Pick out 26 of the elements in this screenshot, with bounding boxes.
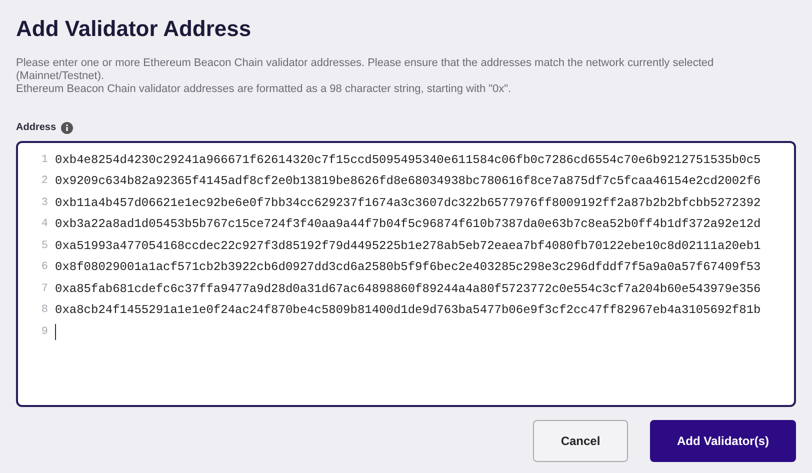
line-number: 4 <box>40 217 48 232</box>
line-number: 8 <box>40 303 48 318</box>
address-input-field[interactable] <box>16 141 796 407</box>
address-line: 0x9209c634b82a92365f4145adf8cf2e0b13819be8626fd8e68034938bc780616f8ce7a875df7c5fcaa46154e2cd2002f6 <box>55 173 761 190</box>
line-number: 6 <box>40 260 48 275</box>
address-label: Address <box>16 121 56 135</box>
description-text: Ethereum Beacon Chain validator addresses are formatted as a 98 character string, starting with "0x". <box>16 83 512 96</box>
address-line: 0xa85fab681cdefc6c37ffa9477a9d28d0a31d67ac64898860f89244a4a80f5723772c0e554c3cf7a204b60e543979e356 <box>55 280 761 298</box>
dialog-title: Add Validator Address <box>16 15 252 43</box>
info-icon[interactable] <box>61 122 74 134</box>
address-line: 0xb4e8254d4230c29241a966671f62614320c7f15ccd5095495340e611584c06fb0c7286cd6554c70e6b9212751535b0c5 <box>55 152 761 169</box>
line-number: 1 <box>40 152 48 168</box>
cancel-button[interactable]: Cancel <box>533 420 628 462</box>
line-number: 3 <box>40 196 48 210</box>
text-cursor <box>55 324 56 340</box>
address-line: 0xb3a22a8ad1d05453b5b767c15ce724f3f40aa9a44f7b04f5c96874f610b7387da0e63b7c8ea52b0ff4b1df372a92e12d <box>55 216 761 234</box>
line-number: 2 <box>40 174 48 189</box>
line-number: 7 <box>40 282 48 296</box>
line-number: 5 <box>40 238 48 254</box>
address-line: 0xa8cb24f1455291a1e1e0f24ac24f870be4c5809b81400d1de9d763ba5477b06e9f3cf2cc47ff82967eb4a3105692f81b <box>55 302 761 320</box>
line-number: 9 <box>40 324 48 340</box>
description-text: Please enter one or more Ethereum Beacon Chain validator addresses. Please ensure that the addresses match the network currently selected (Mainnet/Testnet). <box>16 57 715 83</box>
add-validators-button[interactable]: Add Validator(s) <box>650 420 796 462</box>
address-line: 0xb11a4b457d06621e1ec92be6e0f7bb34cc629237f1674a3c3607dc322b6577976ff8009192ff2a87b2b2bfcbb5272392 <box>55 194 761 212</box>
address-line: 0xa51993a477054168ccdec22c927f3d85192f79d4495225b1e278ab5eb72eaea7bf4080fb70122ebe10c8d02111a20eb1 <box>55 238 761 255</box>
address-line: 0x8f08029001a1acf571cb2b3922cb6d0927dd3cd6a2580b5f9f6bec2e403285c298e3c296dfddf7f5a9a0a57f67409f53 <box>55 259 761 276</box>
